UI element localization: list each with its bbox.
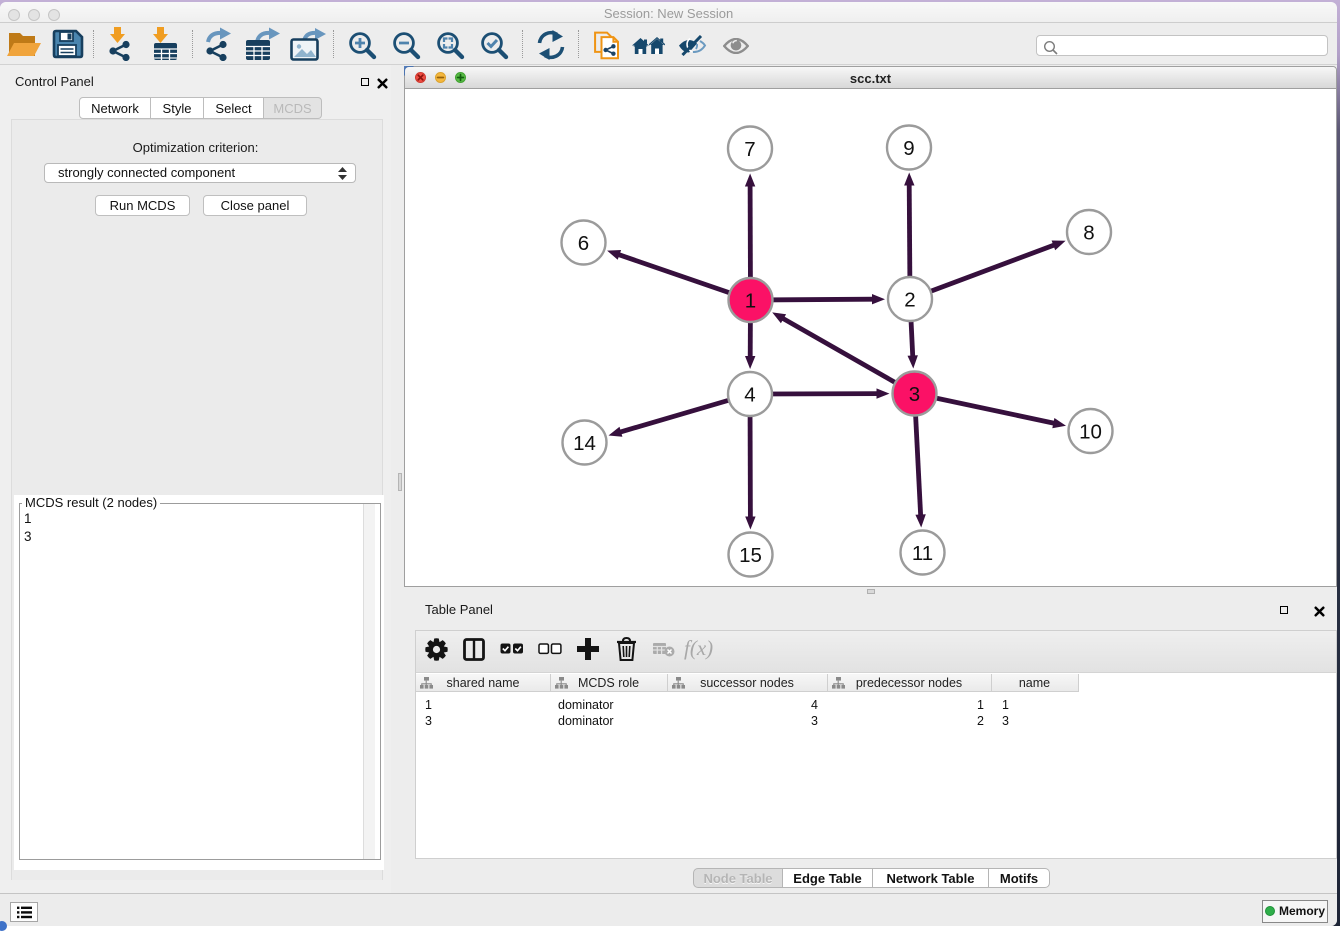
svg-text:3: 3 — [909, 383, 920, 406]
svg-text:8: 8 — [1083, 222, 1094, 245]
svg-text:7: 7 — [744, 138, 755, 161]
svg-text:10: 10 — [1079, 421, 1102, 444]
svg-text:9: 9 — [903, 137, 914, 160]
svg-text:14: 14 — [573, 432, 596, 455]
svg-text:2: 2 — [904, 289, 915, 312]
svg-text:1: 1 — [745, 290, 756, 313]
svg-text:6: 6 — [578, 232, 589, 255]
svg-text:11: 11 — [912, 542, 933, 565]
svg-text:15: 15 — [739, 544, 762, 567]
svg-text:4: 4 — [744, 384, 755, 407]
